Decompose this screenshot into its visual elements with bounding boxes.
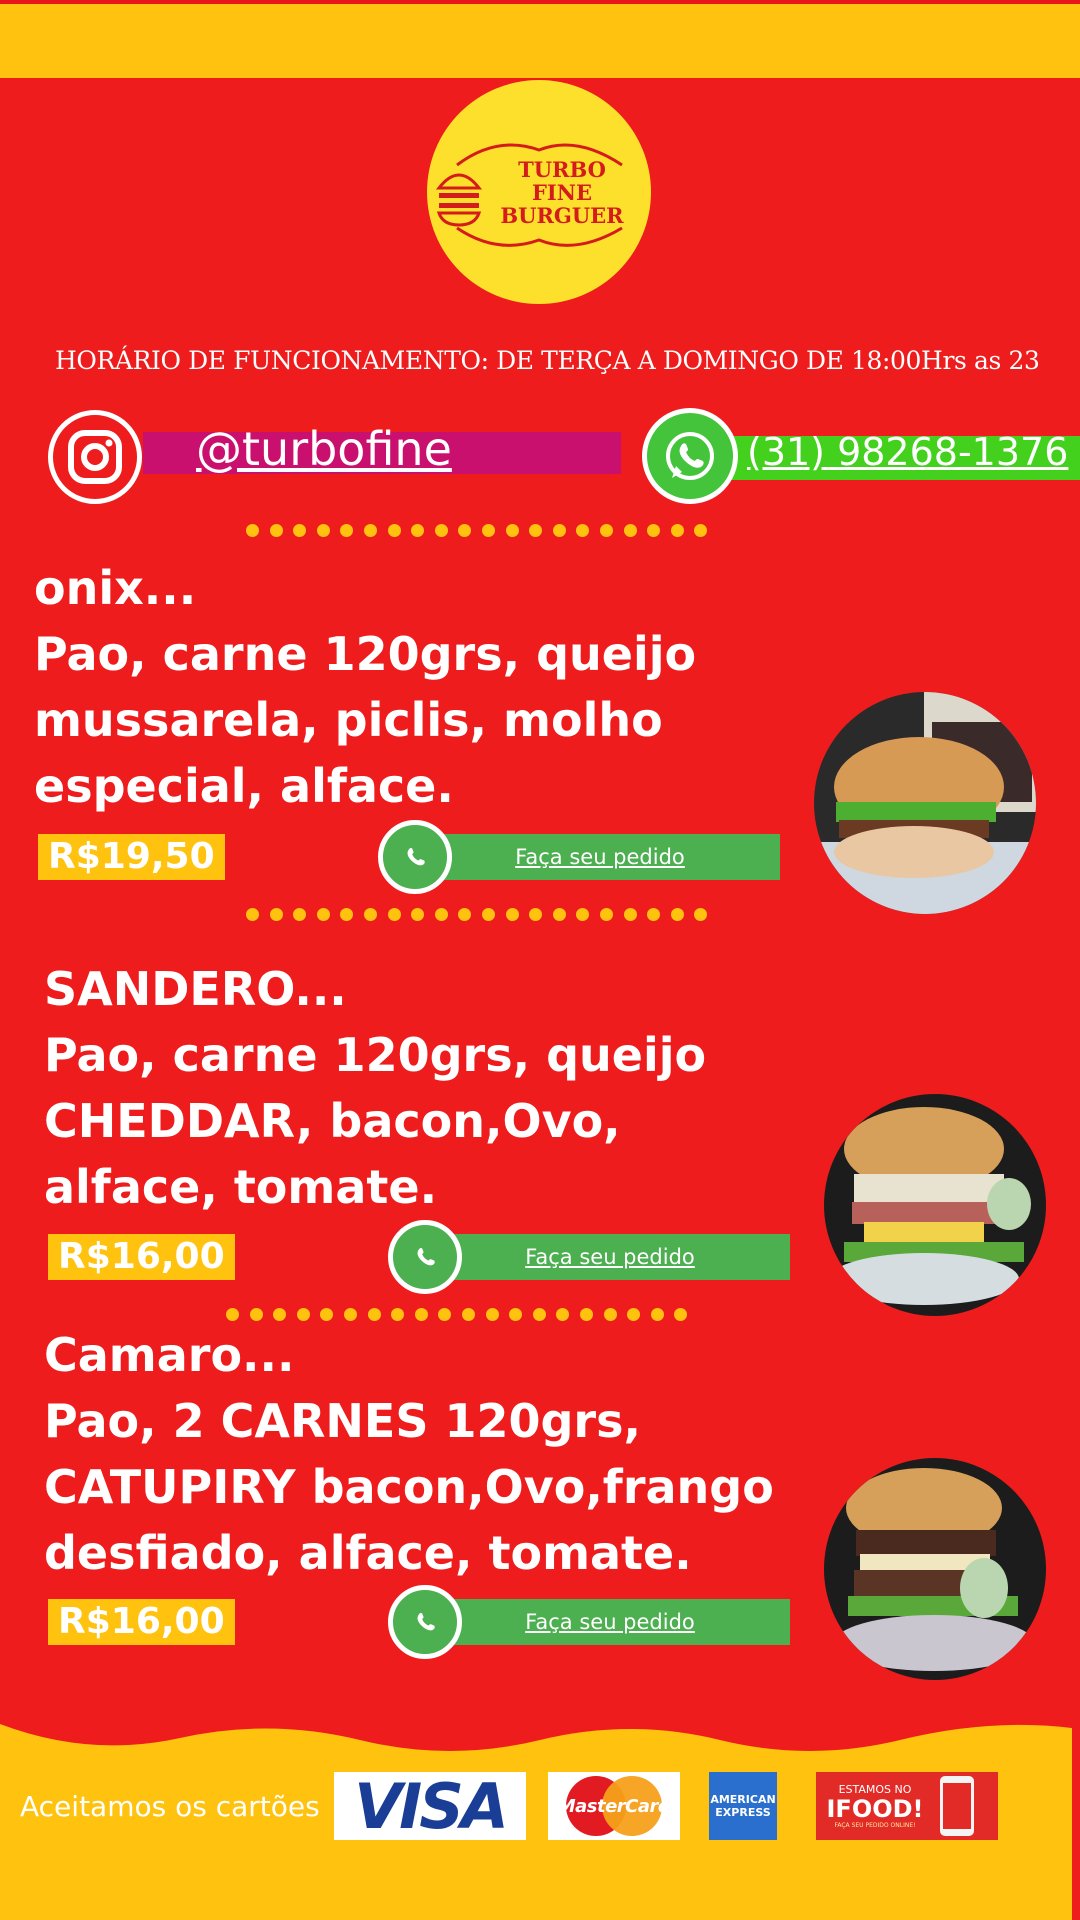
item-description-line: mussarela, piclis, molho (34, 693, 663, 747)
item-name: SANDERO... (44, 962, 347, 1016)
cards-label: Aceitamos os cartões (20, 1790, 320, 1823)
ifood-line-1: ESTAMOS NO (838, 1782, 912, 1796)
amex-line-1: AMERICAN (710, 1793, 776, 1806)
ifood-line-3: FAÇA SEU PEDIDO ONLINE! (834, 1821, 916, 1829)
whatsapp-icon[interactable] (388, 1585, 462, 1659)
price-badge: R$19,50 (38, 834, 225, 880)
order-button[interactable]: Faça seu pedido (420, 834, 780, 880)
mastercard-label: MasterCard (557, 1795, 671, 1817)
instagram-icon[interactable] (48, 410, 142, 504)
menu-item-onix: onix... Pao, carne 120grs, queijo mussar… (34, 555, 696, 819)
instagram-link[interactable]: @turbofine (196, 422, 452, 476)
item-description-line: especial, alface. (34, 759, 454, 813)
amex-line-2: EXPRESS (715, 1806, 771, 1819)
phone-icon (940, 1776, 974, 1836)
whatsapp-icon[interactable] (378, 820, 452, 894)
burger-photo (824, 1458, 1046, 1680)
price-badge: R$16,00 (48, 1599, 235, 1645)
whatsapp-icon[interactable] (388, 1220, 462, 1294)
whatsapp-icon[interactable] (642, 408, 738, 504)
menu-item-camaro: Camaro... Pao, 2 CARNES 120grs, CATUPIRY… (44, 1322, 774, 1586)
ifood-banner: ESTAMOS NO IFOOD! FAÇA SEU PEDIDO ONLINE… (816, 1772, 998, 1840)
brand-logo: TURBO FINE BURGUER (427, 80, 651, 304)
item-description-line: CHEDDAR, bacon,Ovo, (44, 1094, 621, 1148)
top-banner (0, 0, 1080, 78)
dotted-divider (246, 524, 708, 540)
ifood-line-2: IFOOD! (826, 1794, 924, 1823)
mastercard-logo: MasterCard (548, 1772, 680, 1840)
price-badge: R$16,00 (48, 1234, 235, 1280)
item-description-line: Pao, carne 120grs, queijo (34, 627, 697, 681)
footer-edge (1072, 1718, 1080, 1920)
menu-item-sandero: SANDERO... Pao, carne 120grs, queijo CHE… (44, 956, 706, 1220)
item-description-line: desfiado, alface, tomate. (44, 1526, 692, 1580)
item-description-line: Pao, carne 120grs, queijo (44, 1028, 707, 1082)
burger-photo (814, 692, 1036, 914)
dotted-divider (246, 908, 708, 924)
opening-hours: HORÁRIO DE FUNCIONAMENTO: DE TERÇA A DOM… (55, 346, 1040, 375)
amex-logo: AMERICAN EXPRESS (709, 1772, 777, 1840)
visa-label: VISA (354, 1769, 509, 1843)
item-description-line: alface, tomate. (44, 1160, 438, 1214)
burger-photo (824, 1094, 1046, 1316)
item-name: Camaro... (44, 1328, 295, 1382)
item-description-line: CATUPIRY bacon,Ovo,frango (44, 1460, 774, 1514)
item-description-line: Pao, 2 CARNES 120grs, (44, 1394, 641, 1448)
order-button[interactable]: Faça seu pedido (430, 1599, 790, 1645)
order-button[interactable]: Faça seu pedido (430, 1234, 790, 1280)
item-name: onix... (34, 561, 197, 615)
whatsapp-phone-link[interactable]: (31) 98268-1376 (747, 430, 1068, 474)
burger-icon (435, 143, 623, 247)
visa-logo: VISA (334, 1769, 526, 1843)
